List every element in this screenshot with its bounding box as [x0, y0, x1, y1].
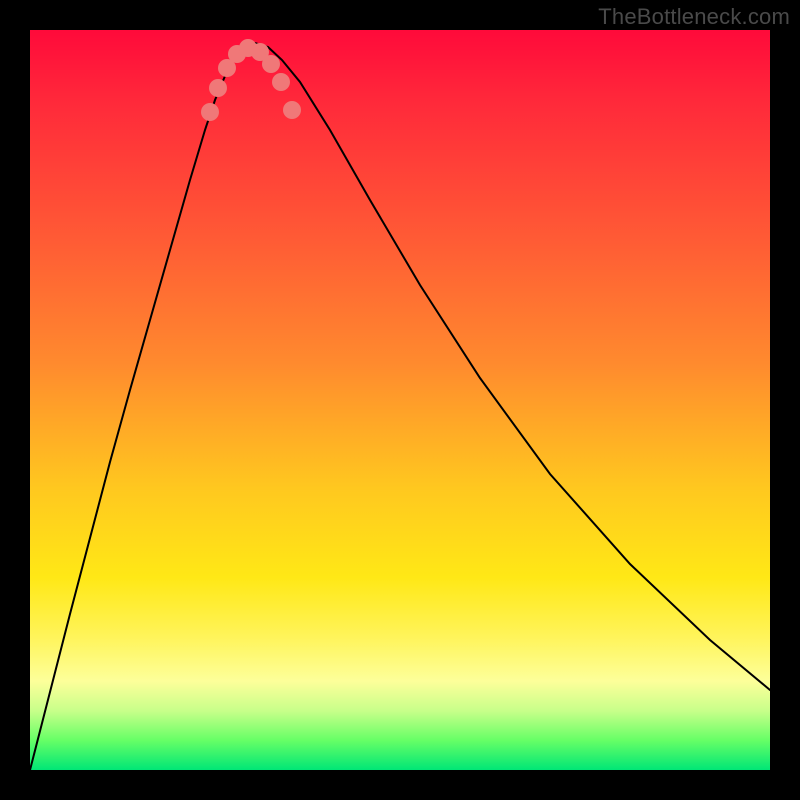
valley-dot: [201, 103, 219, 121]
chart-svg: [30, 30, 770, 770]
valley-dot: [209, 79, 227, 97]
valley-dot: [283, 101, 301, 119]
bottleneck-curve: [30, 43, 770, 770]
chart-plot-area: [30, 30, 770, 770]
valley-markers: [201, 39, 301, 121]
curve-line: [30, 43, 770, 770]
valley-dot: [262, 55, 280, 73]
watermark-text: TheBottleneck.com: [598, 4, 790, 30]
chart-frame: TheBottleneck.com: [0, 0, 800, 800]
valley-dot: [272, 73, 290, 91]
